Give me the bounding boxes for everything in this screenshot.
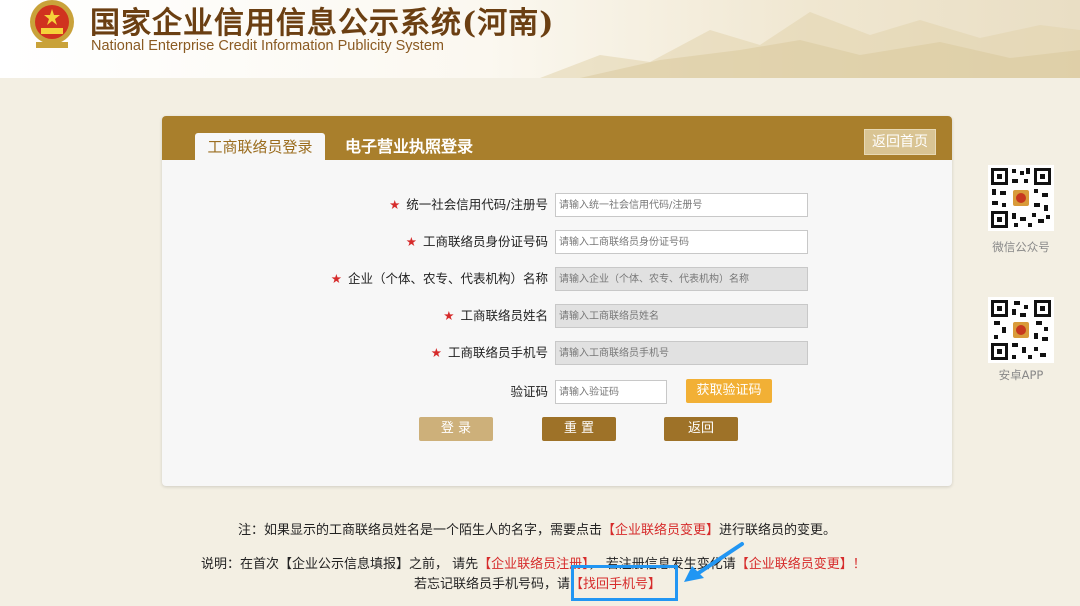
required-star: ★ [330,271,342,286]
national-emblem-icon [30,0,74,48]
link-liaison-change-2[interactable]: 【企业联络员变更】！ [736,557,866,572]
form-row-id-number: ★ 工商联络员身份证号码 [162,230,952,254]
credit-code-input[interactable] [555,193,808,217]
note-instructions: 说明：在首次【企业公示信息填报】之前， 请先【企业联络员注册】， 若注册信息发生… [201,557,866,572]
mountain-landscape-decoration [540,12,1080,78]
form-row-credit-code: ★ 统一社会信用代码/注册号 [162,193,952,217]
captcha-input[interactable] [555,380,667,404]
android-app-qr-code [988,297,1054,363]
tab-liaison-login[interactable]: 工商联络员登录 [195,133,325,160]
note-change-liaison: 注：如果显示的工商联络员姓名是一个陌生人的名字，需要点击【企业联络员变更】进行联… [238,523,837,538]
required-star: ★ [405,234,417,249]
tab-e-license-login[interactable]: 电子营业执照登录 [345,133,473,160]
field-label: ★ 工商联络员手机号 [430,345,548,360]
form-row-liaison-phone: ★ 工商联络员手机号 [162,341,952,365]
field-label: ★ 工商联络员身份证号码 [405,234,548,249]
login-panel: 工商联络员登录 电子营业执照登录 返回首页 ★统一社会信用代码/注册号 ★工商联… [162,116,952,486]
link-liaison-change[interactable]: 【企业联络员变更】 [602,523,719,538]
site-header: 国家企业信用信息公示系统(河南) National Enterprise Cre… [0,0,1080,78]
required-star: ★ [389,197,401,212]
wechat-label: 微信公众号 [992,240,1050,254]
field-label: ★ 统一社会信用代码/注册号 [389,197,548,212]
form-row-captcha: 验证码 获取验证码 [162,379,952,404]
site-title: 国家企业信用信息公示系统(河南) [90,6,555,41]
pointer-arrow-icon [684,542,744,582]
android-app-label: 安卓APP [998,368,1044,382]
id-number-input[interactable] [555,230,808,254]
field-label: ★ 工商联络员姓名 [443,308,548,323]
captcha-label: 验证码 [510,384,548,399]
liaison-name-input [555,304,808,328]
wechat-qr-code [988,165,1054,231]
required-star: ★ [443,308,455,323]
return-home-button[interactable]: 返回首页 [864,129,936,155]
form-row-enterprise-name: ★ 企业（个体、农专、代表机构）名称 [162,267,952,291]
reset-button[interactable]: 重 置 [542,417,616,441]
field-label: ★ 企业（个体、农专、代表机构）名称 [330,271,548,286]
required-star: ★ [430,345,442,360]
back-button[interactable]: 返回 [664,417,738,441]
liaison-phone-input [555,341,808,365]
highlight-box [571,565,678,601]
panel-tab-bar: 工商联络员登录 电子营业执照登录 返回首页 [162,116,952,160]
enterprise-name-input [555,267,808,291]
login-button[interactable]: 登 录 [419,417,493,441]
form-row-liaison-name: ★ 工商联络员姓名 [162,304,952,328]
get-code-button[interactable]: 获取验证码 [686,379,772,403]
site-subtitle: National Enterprise Credit Information P… [91,38,444,54]
